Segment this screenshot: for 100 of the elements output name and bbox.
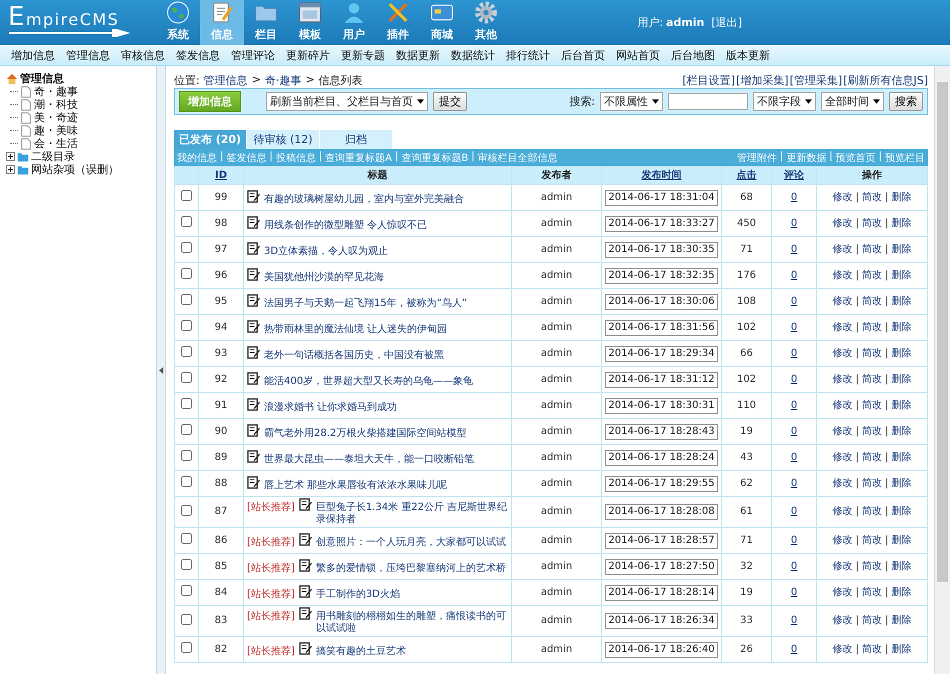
- edit-document-icon[interactable]: [247, 346, 260, 358]
- row-action-link[interactable]: 删除: [891, 560, 912, 572]
- edit-document-icon[interactable]: [247, 398, 260, 410]
- header-link[interactable]: [刷新所有信息JS]: [843, 72, 928, 88]
- article-title-link[interactable]: 巨型兔子长1.34米 重22公斤 吉尼斯世界纪录保持者: [316, 498, 508, 526]
- row-action-link[interactable]: 简改: [862, 218, 882, 228]
- row-action-link[interactable]: 简改: [862, 452, 882, 462]
- edit-document-icon[interactable]: [298, 584, 312, 598]
- tree-item[interactable]: 美・奇迹: [34, 111, 78, 124]
- tree-item[interactable]: 管理信息: [20, 72, 64, 85]
- row-action-link[interactable]: 删除: [891, 218, 912, 228]
- row-action-link[interactable]: 简改: [862, 615, 882, 626]
- time-select[interactable]: 全部时间: [821, 92, 884, 111]
- row-action-link[interactable]: 简改: [862, 374, 882, 384]
- row-action-link[interactable]: 修改: [832, 586, 853, 598]
- row-checkbox[interactable]: [181, 398, 192, 409]
- article-title-link[interactable]: 手工制作的3D火焰: [316, 584, 400, 600]
- search-button[interactable]: 搜索: [889, 92, 923, 111]
- row-checkbox[interactable]: [181, 294, 192, 305]
- row-action-link[interactable]: 删除: [891, 586, 912, 598]
- row-action-link[interactable]: 修改: [832, 478, 853, 488]
- expand-icon[interactable]: [6, 152, 15, 161]
- comments-link[interactable]: 0: [790, 534, 798, 546]
- menu-link[interactable]: 数据更新: [396, 48, 440, 62]
- edit-document-icon[interactable]: [247, 268, 260, 280]
- row-action-link[interactable]: 修改: [832, 560, 853, 572]
- nav-tab[interactable]: 插件: [376, 0, 420, 45]
- row-action-link[interactable]: 修改: [832, 296, 853, 306]
- article-title-link[interactable]: 搞笑有趣的土豆艺术: [316, 642, 406, 658]
- row-action-link[interactable]: 删除: [891, 374, 912, 384]
- comments-link[interactable]: 0: [790, 374, 798, 384]
- comments-link[interactable]: 0: [790, 478, 798, 488]
- edit-document-icon[interactable]: [247, 190, 260, 202]
- row-action-link[interactable]: 简改: [862, 560, 882, 572]
- edit-document-icon[interactable]: [298, 532, 312, 546]
- breadcrumb-link[interactable]: 奇·趣事: [264, 72, 302, 88]
- status-tab[interactable]: 归档: [320, 130, 392, 149]
- row-action-link[interactable]: 删除: [891, 534, 912, 546]
- menu-link[interactable]: 管理评论: [231, 48, 275, 62]
- article-title-link[interactable]: 创意照片：一个人玩月亮，大家都可以试试: [316, 532, 506, 548]
- row-action-link[interactable]: 简改: [862, 478, 882, 488]
- collapse-arrow-icon[interactable]: [158, 366, 164, 374]
- edit-document-icon[interactable]: [298, 642, 312, 654]
- submit-button[interactable]: 提交: [433, 92, 467, 111]
- row-action-link[interactable]: 删除: [891, 192, 912, 202]
- menu-link[interactable]: 网站首页: [616, 48, 660, 62]
- row-action-link[interactable]: 修改: [832, 426, 853, 436]
- row-action-link[interactable]: 简改: [862, 270, 882, 280]
- nav-tab[interactable]: 商城: [420, 0, 464, 45]
- comments-link[interactable]: 0: [790, 615, 798, 626]
- row-action-link[interactable]: 修改: [832, 615, 853, 626]
- comments-link[interactable]: 0: [790, 586, 798, 598]
- row-action-link[interactable]: 简改: [862, 586, 882, 598]
- row-action-link[interactable]: 修改: [832, 644, 853, 654]
- scrollbar-thumb[interactable]: [937, 82, 948, 582]
- tree-item[interactable]: 网站杂项（误删）: [31, 163, 119, 176]
- comments-link[interactable]: 0: [790, 506, 798, 517]
- row-action-link[interactable]: 简改: [862, 426, 882, 436]
- row-action-link[interactable]: 修改: [832, 192, 853, 202]
- row-checkbox[interactable]: [181, 585, 192, 596]
- menu-link[interactable]: 排行统计: [506, 48, 550, 62]
- row-action-link[interactable]: 删除: [891, 400, 912, 410]
- comments-link[interactable]: 0: [790, 218, 798, 228]
- menu-link[interactable]: 后台首页: [561, 48, 605, 62]
- menu-link[interactable]: 后台地图: [671, 48, 715, 62]
- menu-link[interactable]: 审核信息: [121, 48, 165, 62]
- row-action-link[interactable]: 删除: [891, 506, 912, 517]
- edit-document-icon[interactable]: [298, 558, 312, 572]
- row-action-link[interactable]: 修改: [832, 270, 853, 280]
- menu-link[interactable]: 更新碎片: [286, 48, 330, 62]
- header-link[interactable]: [管理采集]: [790, 72, 842, 88]
- row-checkbox[interactable]: [181, 504, 192, 516]
- article-title-link[interactable]: 用书雕刻的栩栩如生的雕塑，痛恨读书的可以试试啦: [316, 607, 508, 635]
- article-title-link[interactable]: 繁多的爱情锁，压垮巴黎塞纳河上的艺术桥: [316, 558, 506, 574]
- row-action-link[interactable]: 删除: [891, 322, 912, 332]
- row-action-link[interactable]: 修改: [832, 452, 853, 462]
- refresh-select[interactable]: 刷新当前栏目、父栏目与首页: [266, 92, 428, 111]
- row-action-link[interactable]: 简改: [862, 322, 882, 332]
- edit-document-icon[interactable]: [247, 450, 260, 462]
- row-checkbox[interactable]: [181, 242, 192, 253]
- attribute-select[interactable]: 不限属性: [600, 92, 663, 111]
- row-checkbox[interactable]: [181, 424, 192, 435]
- column-header-link[interactable]: ID: [214, 170, 228, 180]
- row-action-link[interactable]: 删除: [891, 478, 912, 488]
- menu-link[interactable]: 数据统计: [451, 48, 495, 62]
- menu-link[interactable]: 管理信息: [66, 48, 110, 62]
- row-action-link[interactable]: 简改: [862, 644, 882, 654]
- row-checkbox[interactable]: [181, 642, 192, 653]
- row-action-link[interactable]: 修改: [832, 218, 853, 228]
- row-action-link[interactable]: 修改: [832, 322, 853, 332]
- comments-link[interactable]: 0: [790, 560, 798, 572]
- row-action-link[interactable]: 简改: [862, 244, 882, 254]
- row-action-link[interactable]: 删除: [891, 452, 912, 462]
- comments-link[interactable]: 0: [790, 192, 798, 202]
- nav-tab[interactable]: 栏目: [244, 0, 288, 45]
- nav-tab[interactable]: 模板: [288, 0, 332, 45]
- row-action-link[interactable]: 简改: [862, 296, 882, 306]
- row-checkbox[interactable]: [181, 190, 192, 201]
- row-action-link[interactable]: 删除: [891, 644, 912, 654]
- comments-link[interactable]: 0: [790, 270, 798, 280]
